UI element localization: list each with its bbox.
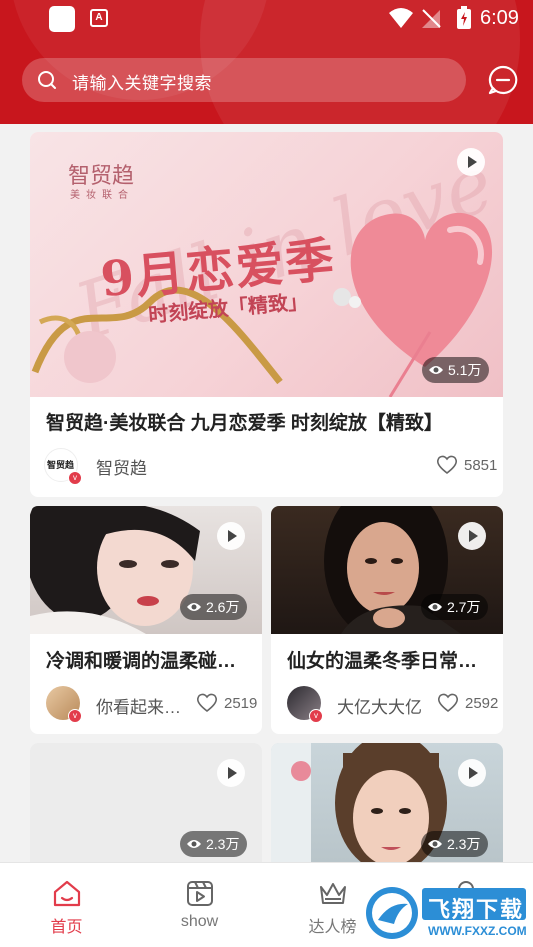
like-button[interactable]: 5851	[436, 455, 497, 475]
view-count: 2.6万	[206, 599, 240, 615]
author-name[interactable]: 你看起来…	[96, 693, 181, 718]
search-input[interactable]: 请输入关键字搜索	[22, 58, 466, 102]
status-bar: A 6:09	[0, 0, 533, 38]
banner-brand-subtitle: 美妆联合	[70, 190, 134, 201]
view-count-badge: 2.7万	[421, 594, 489, 620]
verified-icon: v	[309, 709, 323, 723]
video-thumbnail[interactable]: 2.6万	[30, 506, 262, 634]
play-icon[interactable]	[458, 522, 486, 550]
play-icon[interactable]	[458, 759, 486, 787]
watermark-text: 飞翔下载	[428, 897, 525, 922]
notification-icon	[49, 6, 75, 32]
battery-icon	[457, 6, 471, 29]
status-time: 6:09	[480, 7, 519, 29]
avatar-logo-text: 智贸趋	[47, 460, 75, 470]
eye-icon	[187, 840, 201, 848]
feed-card[interactable]: 2.3万	[30, 743, 262, 862]
heart-icon	[436, 455, 458, 475]
like-button[interactable]: 2592	[437, 693, 498, 713]
like-count: 5851	[464, 456, 498, 474]
like-count: 2519	[224, 694, 258, 712]
view-count: 2.3万	[447, 836, 481, 852]
heart-icon	[437, 693, 459, 713]
tab-show[interactable]: show	[133, 863, 266, 947]
wifi-icon	[389, 8, 413, 28]
crown-icon	[319, 883, 346, 904]
feed-card[interactable]: 2.6万 冷调和暖调的温柔碰… v 你看起来… 2519	[30, 506, 262, 734]
tab-label: show	[180, 913, 219, 930]
view-count-badge: 2.3万	[180, 831, 248, 857]
video-thumbnail[interactable]: 2.3万	[30, 743, 262, 862]
heart-icon	[196, 693, 218, 713]
eye-icon	[187, 603, 201, 611]
tab-label: 首页	[50, 919, 83, 936]
video-icon	[186, 881, 213, 906]
play-icon[interactable]	[217, 759, 245, 787]
message-icon[interactable]	[487, 64, 519, 96]
watermark-logo: 飞翔下载 WWW.FXXZ.COM	[364, 884, 529, 942]
video-title[interactable]: 冷调和暖调的温柔碰…	[46, 646, 236, 673]
play-icon[interactable]	[457, 148, 485, 176]
verified-icon: v	[68, 709, 82, 723]
play-icon[interactable]	[217, 522, 245, 550]
app-notification-icon: A	[90, 9, 108, 27]
home-icon	[53, 880, 80, 907]
app-header: A 6:09 请输入关键字搜索	[0, 0, 533, 124]
eye-icon	[429, 366, 443, 374]
view-count: 5.1万	[448, 362, 482, 378]
view-count-badge: 5.1万	[422, 357, 490, 383]
video-thumbnail[interactable]: 2.7万	[271, 506, 503, 634]
search-icon	[38, 71, 56, 89]
search-placeholder: 请输入关键字搜索	[72, 74, 212, 93]
feed-card[interactable]: 2.7万 仙女的温柔冬季日常… v 大亿大大亿 2592	[271, 506, 503, 734]
view-count-badge: 2.3万	[421, 831, 489, 857]
content-feed[interactable]: Fall in love 智贸趋 美妆联合 9月恋爱季 时刻绽放「精致」 5.1…	[0, 124, 533, 862]
video-title[interactable]: 仙女的温柔冬季日常…	[287, 646, 477, 673]
feed-card[interactable]: 2.3万	[271, 743, 503, 862]
author-name[interactable]: 智贸趋	[96, 454, 147, 479]
signal-icon	[422, 9, 441, 28]
view-count-badge: 2.6万	[180, 594, 248, 620]
view-count: 2.7万	[447, 599, 481, 615]
eye-icon	[428, 603, 442, 611]
view-count: 2.3万	[206, 836, 240, 852]
like-count: 2592	[465, 694, 499, 712]
video-title[interactable]: 智贸趋·美妆联合 九月恋爱季 时刻绽放【精致】	[46, 408, 443, 435]
video-thumbnail[interactable]: 2.3万	[271, 743, 503, 862]
video-thumbnail[interactable]: Fall in love 智贸趋 美妆联合 9月恋爱季 时刻绽放「精致」 5.1…	[30, 132, 503, 397]
feed-card-featured[interactable]: Fall in love 智贸趋 美妆联合 9月恋爱季 时刻绽放「精致」 5.1…	[30, 132, 503, 497]
author-name[interactable]: 大亿大大亿	[337, 693, 422, 718]
eye-icon	[428, 840, 442, 848]
tab-home[interactable]: 首页	[0, 863, 133, 947]
verified-icon: v	[68, 471, 82, 485]
watermark-url: WWW.FXXZ.COM	[428, 924, 527, 938]
like-button[interactable]: 2519	[196, 693, 257, 713]
